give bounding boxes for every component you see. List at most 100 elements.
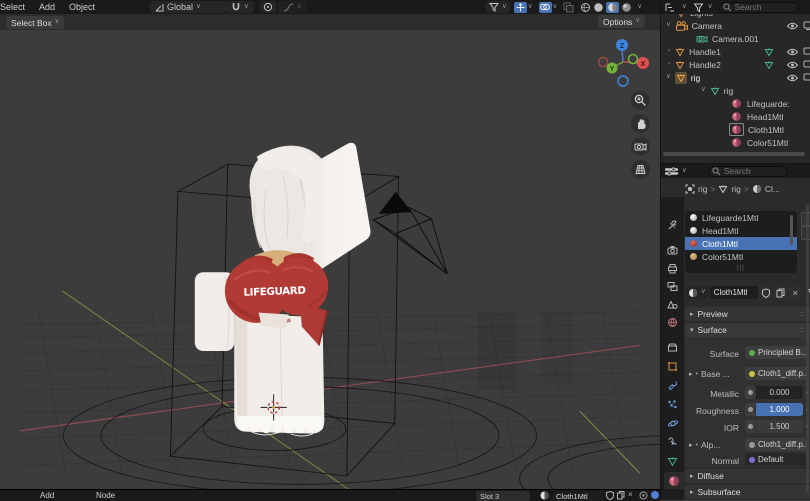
shading-solid-icon[interactable] [593,2,604,13]
outliner-row-rig-data[interactable]: ∨ rig [661,84,810,97]
slot-lifeguarde1mtl[interactable]: Lifeguarde1Mtl [685,211,797,224]
eye-icon[interactable] [787,61,798,69]
tabs-overflow-chevron[interactable]: ∨ [664,495,681,500]
tab-collection[interactable] [664,339,681,356]
active-tool-dropdown[interactable]: Select Box ∨ [6,16,64,29]
menu-select[interactable]: Select [0,0,32,14]
tab-render[interactable] [664,242,681,259]
outliner-filter-icon[interactable] [693,2,704,13]
screen-visibility-icon[interactable] [803,47,810,56]
material-browse-dropdown[interactable]: ∨ [685,286,709,299]
alpha-row-left[interactable]: ▸• Alp... [689,440,720,450]
slot-head1mtl[interactable]: Head1Mtl [685,224,797,237]
tab-world[interactable] [664,314,681,331]
shader-menu-node[interactable]: Node [96,491,115,500]
outliner-search[interactable] [719,2,799,13]
surface-shader-dropdown[interactable]: Principled B... [745,346,807,359]
slot-color51mtl[interactable]: Color51Mtl [685,250,797,263]
slot-cloth1mtl-selected[interactable]: Cloth1Mtl [685,237,797,250]
outliner-row-handle2[interactable]: › Handle2 [661,58,810,71]
outliner-hscrollbar[interactable] [663,152,805,156]
slot-list-grip[interactable]: ||| [685,263,797,272]
tab-scene[interactable] [664,296,681,313]
outliner-row-handle1[interactable]: › Handle1 [661,45,810,58]
outliner-row-camera[interactable]: ∨ Camera [661,19,810,32]
screen-visibility-icon[interactable] [803,60,810,69]
transform-orientation-dropdown[interactable]: Global ∨ [150,1,226,13]
metallic-slider[interactable]: 0.000 [756,386,803,399]
tab-tool[interactable] [664,217,681,234]
properties-search[interactable] [708,166,788,177]
eye-icon[interactable] [787,74,798,82]
tab-object[interactable] [664,358,681,375]
screen-visibility-icon[interactable] [803,21,810,30]
menu-add[interactable]: Add [32,0,62,14]
shading-wireframe-icon[interactable] [580,2,591,13]
outliner-editor-type-icon[interactable] [665,2,678,13]
roughness-slider[interactable]: 1.000 [756,403,803,416]
outliner-row-rig[interactable]: ∨ rig [661,71,810,84]
camera-view-button[interactable] [631,137,650,156]
properties-editor-type-icon[interactable] [665,166,679,177]
tab-constraints[interactable] [664,434,681,451]
breadcrumb-data[interactable]: rig [731,184,740,194]
eye-icon[interactable] [787,48,798,56]
screen-visibility-icon[interactable] [803,73,810,82]
outliner-row-color51mtl[interactable]: Color51Mtl [661,136,810,149]
unlink-button[interactable]: × [789,286,802,299]
pan-button[interactable] [631,114,650,133]
tab-output[interactable] [664,260,681,277]
viewport-canvas[interactable]: LIFEGUARD [0,30,660,490]
navigation-gizmo[interactable]: Z X Y [596,34,652,90]
material-preview-ball-icon[interactable] [651,491,659,499]
gizmos-dropdown[interactable]: ∨ [512,1,535,13]
unlink-icon[interactable]: × [628,490,633,499]
diffuse-panel-header[interactable]: ▸Diffuse [685,469,810,483]
zoom-button[interactable] [631,91,650,110]
fake-user-shield-button[interactable] [759,286,773,299]
tab-data[interactable] [664,453,681,470]
gizmo-minus-x-axis[interactable] [599,58,608,67]
outliner-row-camera-data[interactable]: Camera.001 [661,32,810,45]
xray-toggle-icon[interactable] [563,2,574,13]
slot-list-scrollbar[interactable] [790,215,793,245]
eye-icon[interactable] [787,22,798,30]
shading-rendered-icon[interactable] [621,2,632,13]
object-visibility-dropdown[interactable]: ∨ [486,1,510,13]
breadcrumb-object[interactable]: rig [698,184,707,194]
outliner-row-head1mtl[interactable]: Head1Mtl [661,110,810,123]
outliner-row-lifeguarde-mtl[interactable]: Lifeguarde: [661,97,810,110]
subsurface-panel-header[interactable]: ▸Subsurface [685,485,810,499]
normal-dropdown[interactable]: Default [745,453,807,466]
menu-object[interactable]: Object [62,0,102,14]
shader-menu-add[interactable]: Add [40,491,54,500]
viewport-options-dropdown[interactable]: Options ∨ [598,15,645,28]
gizmo-minus-z-axis[interactable] [618,76,628,86]
copy-icon[interactable] [617,491,625,500]
tab-view-layer[interactable] [664,278,681,295]
outliner-row-cloth1mtl[interactable]: Cloth1Mtl [661,123,810,136]
breadcrumb-material[interactable]: Cl... [765,184,780,194]
overlays-dropdown[interactable]: ∨ [537,1,560,13]
tab-particles[interactable] [664,396,681,413]
pin-icon[interactable] [639,491,648,500]
material-name-field[interactable]: Cloth1Mtl [710,286,758,299]
copy-datablock-button[interactable] [774,286,788,299]
tab-physics[interactable] [664,415,681,432]
camera-object[interactable] [373,191,447,274]
properties-scrollbar[interactable] [806,204,809,494]
ortho-toggle-button[interactable] [631,160,650,179]
proportional-falloff-dropdown[interactable]: ∨ [278,1,307,13]
shading-material-preview-active[interactable] [606,2,619,13]
surface-panel-header[interactable]: ▾Surface :: [685,323,810,337]
proportional-editing-toggle[interactable] [260,1,276,13]
tab-modifiers[interactable] [664,377,681,394]
base-color-row-left[interactable]: ▸• Base ... [689,369,730,379]
tab-material-active[interactable] [664,472,684,489]
ior-slider[interactable]: 1.500 [756,420,803,433]
base-color-texture-dropdown[interactable]: Cloth1_diff.p... [745,367,807,380]
gizmo-minus-y-axis[interactable] [629,55,638,64]
snapping-dropdown[interactable]: ∨ [226,1,254,13]
preview-panel-header[interactable]: ▸Preview :: [685,307,810,321]
alpha-texture-dropdown[interactable]: Cloth1_diff.p... [745,438,807,451]
